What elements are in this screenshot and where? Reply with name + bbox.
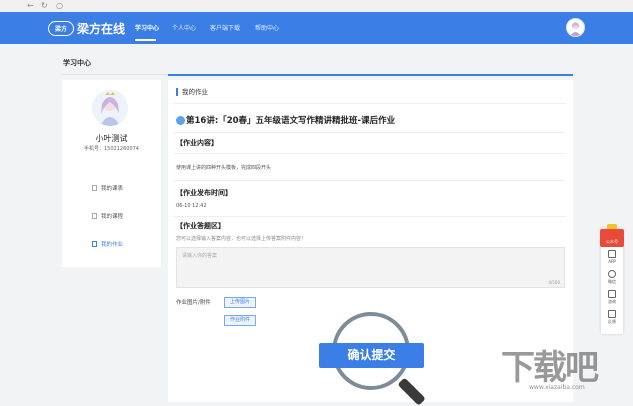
homework-title: 第16讲:「20春」五年级语文写作精讲精批班-课后作业 [176, 114, 395, 126]
wechat-icon [608, 270, 616, 278]
header-avatar[interactable] [566, 18, 585, 37]
phone-icon [608, 250, 616, 258]
nav-item-client-download[interactable]: 客户端下载 [210, 23, 240, 32]
float-item-label: APP [608, 259, 616, 264]
float-item-label: 反馈 [608, 319, 616, 324]
divider [174, 132, 566, 133]
sidebar-item-label: 我的课程 [101, 214, 124, 220]
float-item-wechat[interactable]: 微信 [601, 270, 623, 285]
upload-attachment-button[interactable]: 作业附件 [224, 315, 257, 326]
gift-label: 公众号 [606, 239, 618, 244]
answer-input[interactable]: 请输入你的答案 0/500 [176, 247, 565, 288]
profile-avatar-icon [92, 90, 128, 126]
document-icon [92, 213, 97, 219]
page-title: 学习中心 [63, 59, 91, 67]
float-item-label: 咨询 [608, 299, 616, 304]
panel-title: 我的作业 [176, 88, 208, 96]
chat-icon [608, 290, 616, 298]
sidebar-item-homework[interactable]: 我的作业 [92, 240, 123, 248]
nav-item-personal-center[interactable]: 个人中心 [172, 23, 196, 32]
user-phone: 手机号：15021260074 [84, 146, 139, 152]
sidebar-item-courses[interactable]: 我的课程 [92, 212, 123, 220]
upload-image-button[interactable]: 上传图片 [224, 297, 257, 308]
nav-item-study-center[interactable]: 学习中心 [135, 23, 159, 32]
character-count: 0/500 [548, 280, 560, 285]
confirm-submit-button[interactable]: 确认提交 [319, 343, 424, 368]
float-item-label: 微信 [608, 279, 616, 284]
attachment-label: 作业图片/附件 [176, 300, 211, 306]
float-item-feedback[interactable]: 反馈 [601, 310, 623, 325]
publish-time: 06-10 12:42 [176, 203, 207, 209]
sidebar: 小叶测试 手机号：15021260074 我的课表 我的课程 我的作业 [62, 80, 161, 267]
active-tab-indicator [135, 39, 156, 41]
user-avatar-icon [570, 22, 581, 36]
avatar [92, 90, 128, 126]
logo-mark-icon: 梁方 [48, 20, 74, 36]
nav-item-help-center[interactable]: 帮助中心 [255, 23, 279, 32]
divider [174, 103, 566, 104]
watermark: 下载吧 www.xiazaiba.com [497, 340, 633, 402]
homework-title-text: 第16讲:「20春」五年级语文写作精讲精批班-课后作业 [186, 116, 396, 126]
divider [174, 180, 566, 181]
back-arrow-icon[interactable]: ← [27, 1, 34, 11]
answer-placeholder: 请输入你的答案 [182, 253, 218, 259]
publish-heading: 【作业发布时间】 [176, 189, 232, 197]
gift-icon[interactable]: 公众号 [600, 229, 624, 247]
answer-heading: 【作业答题区】 [176, 222, 225, 230]
sidebar-item-schedule[interactable]: 我的课表 [92, 184, 123, 192]
document-icon [92, 185, 97, 191]
user-name: 小叶测试 [95, 134, 128, 143]
float-item-app[interactable]: APP [601, 250, 623, 264]
float-item-consult[interactable]: 咨询 [601, 290, 623, 305]
section-divider-accent [168, 74, 573, 76]
content-text: 使用课上讲的四种开头模板，完成四段开头 [176, 165, 272, 171]
top-navigation: 梁方 梁方在线 学习中心 个人中心 客户端下载 帮助中心 [0, 12, 633, 44]
refresh-icon[interactable]: ↻ [41, 1, 48, 11]
course-icon [176, 115, 185, 125]
logo[interactable]: 梁方 梁方在线 [48, 18, 125, 38]
document-icon [92, 241, 97, 247]
stop-icon[interactable]: ○ [56, 1, 63, 11]
feedback-icon [608, 310, 616, 318]
answer-hint: 您可以选择输入答案内容，也可以选择上传答案附件内容！ [176, 236, 307, 242]
content-heading: 【作业内容】 [176, 139, 218, 147]
divider [174, 153, 566, 154]
divider [174, 216, 566, 217]
watermark-logo: 下载吧 [501, 348, 599, 388]
watermark-url: www.xiazaiba.com [529, 384, 585, 391]
sidebar-item-label: 我的作业 [101, 242, 124, 248]
logo-text: 梁方在线 [77, 21, 126, 36]
sidebar-item-label: 我的课表 [101, 186, 124, 192]
